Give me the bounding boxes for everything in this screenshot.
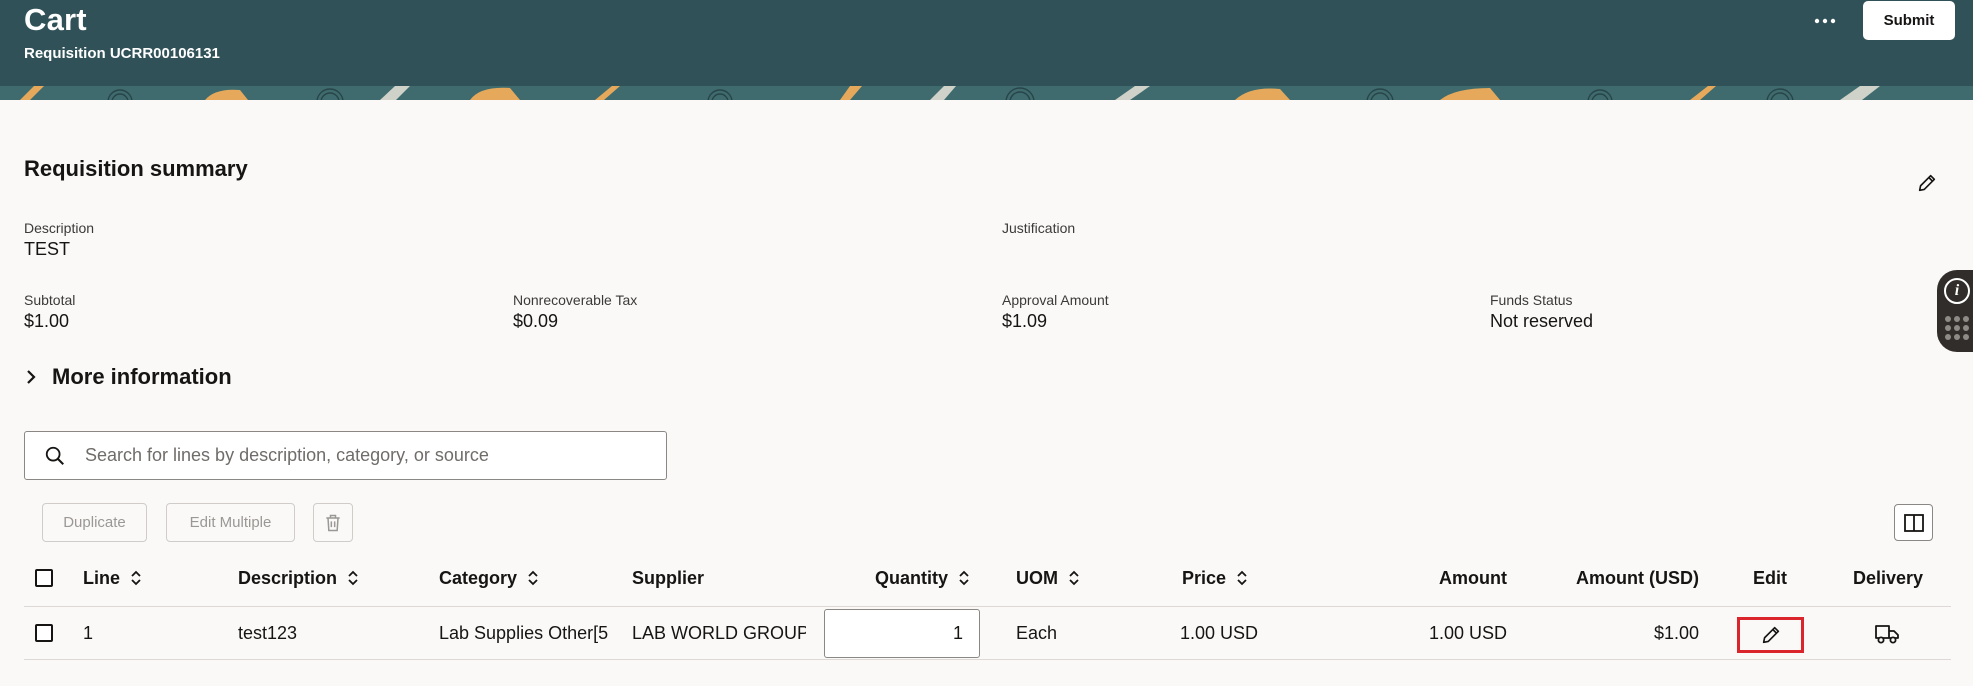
search-icon — [25, 445, 85, 467]
description-header-label: Description — [238, 567, 338, 588]
sort-arrows-icon — [347, 569, 359, 587]
column-header-quantity[interactable]: Quantity — [875, 566, 970, 590]
column-header-description[interactable]: Description — [238, 566, 359, 590]
edit-summary-button[interactable] — [1910, 166, 1944, 200]
nonrecoverable-tax-field: Nonrecoverable Tax $0.09 — [513, 292, 637, 332]
uom-header-label: UOM — [1016, 567, 1058, 588]
funds-status-field: Funds Status Not reserved — [1490, 292, 1593, 332]
amount-header-label: Amount — [1439, 567, 1507, 588]
price-header-label: Price — [1182, 567, 1227, 588]
chevron-right-icon — [27, 370, 36, 384]
more-information-toggle[interactable]: More information — [24, 364, 232, 390]
header-banner-pattern — [0, 86, 1973, 100]
subtotal-field: Subtotal $1.00 — [24, 292, 75, 332]
approval-amount-label: Approval Amount — [1002, 292, 1109, 308]
info-icon[interactable]: i — [1944, 278, 1970, 304]
more-horizontal-icon — [1814, 18, 1836, 24]
supplier-header-label: Supplier — [632, 567, 705, 588]
row-supplier: LAB WORLD GROUP — [632, 622, 806, 643]
row-select-checkbox[interactable] — [35, 624, 53, 642]
line-header-label: Line — [83, 567, 121, 588]
more-information-label: More information — [52, 364, 232, 389]
nonrecoverable-tax-label: Nonrecoverable Tax — [513, 292, 638, 308]
row-divider — [24, 659, 1951, 660]
requisition-summary-title: Requisition summary — [24, 156, 248, 181]
edit-header-label: Edit — [1753, 567, 1787, 588]
sort-arrows-icon — [1236, 569, 1248, 587]
funds-status-label: Funds Status — [1490, 292, 1573, 308]
edit-multiple-button[interactable]: Edit Multiple — [166, 503, 295, 542]
column-header-uom[interactable]: UOM — [1016, 566, 1080, 590]
column-header-price[interactable]: Price — [1182, 566, 1248, 590]
column-header-edit: Edit — [1753, 566, 1787, 590]
submit-button[interactable]: Submit — [1863, 1, 1955, 40]
header-divider — [24, 606, 1951, 607]
row-uom: Each — [1016, 622, 1058, 643]
duplicate-button[interactable]: Duplicate — [42, 503, 147, 542]
column-header-supplier: Supplier — [632, 566, 704, 590]
row-quantity-input[interactable] — [824, 609, 980, 658]
approval-amount-field: Approval Amount $1.09 — [1002, 292, 1109, 332]
description-value: TEST — [24, 239, 71, 259]
sort-arrows-icon — [1068, 569, 1080, 587]
line-search-box[interactable] — [24, 431, 667, 480]
grid-dots-icon[interactable] — [1945, 316, 1969, 340]
subtotal-label: Subtotal — [24, 292, 76, 308]
sort-arrows-icon — [130, 569, 142, 587]
pencil-icon — [1918, 174, 1936, 192]
quantity-header-label: Quantity — [875, 567, 949, 588]
funds-status-value: Not reserved — [1490, 311, 1594, 331]
justification-field: Justification — [1002, 220, 1075, 238]
row-delivery-button[interactable] — [1872, 620, 1902, 648]
split-columns-icon — [1903, 513, 1924, 532]
column-layout-button[interactable] — [1894, 504, 1933, 541]
sort-arrows-icon — [527, 569, 539, 587]
row-price: 1.00 USD — [1180, 622, 1259, 643]
row-category: Lab Supplies Other[5 — [439, 622, 609, 643]
sort-arrows-icon — [958, 569, 970, 587]
column-header-line[interactable]: Line — [83, 566, 142, 590]
row-description: test123 — [238, 622, 298, 643]
approval-amount-value: $1.09 — [1002, 311, 1048, 331]
pencil-icon — [1762, 626, 1779, 644]
column-header-category[interactable]: Category — [439, 566, 539, 590]
delete-button[interactable] — [313, 503, 353, 542]
amount-usd-header-label: Amount (USD) — [1576, 567, 1699, 588]
row-amount-usd: $1.00 — [1653, 622, 1699, 643]
line-search-input[interactable] — [85, 445, 645, 466]
delivery-header-label: Delivery — [1853, 567, 1924, 588]
row-line-number: 1 — [83, 622, 94, 643]
select-all-checkbox[interactable] — [35, 569, 53, 587]
category-header-label: Category — [439, 567, 518, 588]
subtotal-value: $1.00 — [24, 311, 70, 331]
page-header: Cart Requisition UCRR00106131 Submit — [0, 0, 1973, 86]
column-header-delivery: Delivery — [1853, 566, 1923, 590]
row-amount: 1.00 USD — [1428, 622, 1507, 643]
truck-icon — [1875, 625, 1899, 644]
trash-icon — [326, 514, 340, 531]
nonrecoverable-tax-value: $0.09 — [513, 311, 559, 331]
justification-label: Justification — [1002, 220, 1076, 236]
requisition-number: Requisition UCRR00106131 — [24, 45, 220, 62]
column-header-amount: Amount — [1400, 566, 1507, 590]
side-panel-tab[interactable]: i — [1937, 270, 1973, 352]
page-title: Cart — [24, 2, 87, 37]
more-actions-button[interactable] — [1808, 6, 1842, 36]
description-label: Description — [24, 220, 95, 236]
description-field: Description TEST — [24, 220, 94, 260]
row-edit-button[interactable] — [1737, 617, 1804, 653]
column-header-amount-usd: Amount (USD) — [1540, 566, 1699, 590]
